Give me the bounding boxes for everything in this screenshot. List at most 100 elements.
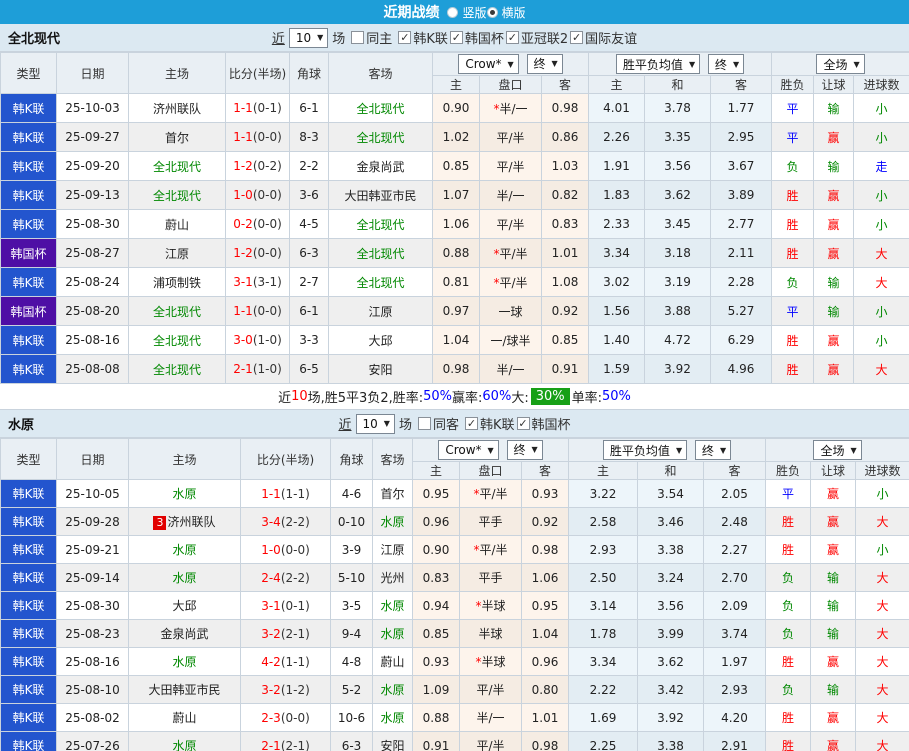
away-team-cell: 首尔 bbox=[372, 479, 413, 508]
league-type-cell: 韩K联 bbox=[0, 507, 57, 536]
goals-result-cell: 大 bbox=[855, 675, 909, 704]
europe-away-odds-cell: 2.27 bbox=[703, 535, 767, 564]
layout-radio[interactable]: 横版 bbox=[486, 4, 526, 21]
home-team-cell: 水原 bbox=[128, 479, 241, 508]
date-cell: 25-08-24 bbox=[56, 267, 129, 297]
goals-result-cell: 小 bbox=[853, 93, 909, 123]
same-venue-filter[interactable]: 同主 bbox=[351, 28, 392, 47]
fulltime-score: 3-4 bbox=[261, 514, 281, 529]
chevron-down-icon: ▼ bbox=[719, 445, 727, 455]
league-type-cell: 韩K联 bbox=[0, 209, 57, 239]
asia-line-cell: 平手 bbox=[459, 563, 522, 592]
match-row: 韩K联 25-08-08 全北现代 2-1(1-0) 6-5 安阳 0.98 半… bbox=[0, 354, 909, 384]
home-team-cell: 水原 bbox=[128, 535, 241, 564]
home-team-cell: 水原 bbox=[128, 563, 241, 592]
match-row: 韩K联 25-08-30 大邱 3-1(0-1) 3-5 水原 0.94 *半球… bbox=[0, 591, 909, 620]
score-cell: 1-2(0-0) bbox=[225, 238, 290, 268]
europe-draw-odds-cell: 3.38 bbox=[637, 535, 705, 564]
match-count-select[interactable]: 10 ▼ bbox=[355, 413, 395, 434]
col-handicap: 让球 bbox=[813, 75, 855, 94]
halftime-score: (1-1) bbox=[280, 486, 310, 501]
goals-result-cell: 大 bbox=[855, 563, 909, 592]
goals-result-cell: 小 bbox=[853, 209, 909, 239]
fulltime-score: 1-0 bbox=[261, 542, 281, 557]
team-name: 水原 bbox=[8, 418, 35, 433]
league-type-cell: 韩K联 bbox=[0, 122, 57, 152]
col-asia-line: 盘口 bbox=[459, 461, 522, 480]
handicap-result-cell: 赢 bbox=[810, 703, 857, 732]
goals-result-cell: 大 bbox=[853, 267, 909, 297]
league-filter-checkbox[interactable]: ✓ 韩国杯 bbox=[449, 28, 504, 47]
corner-cell: 4-8 bbox=[330, 647, 373, 676]
asia-line-cell: 平/半 bbox=[459, 675, 522, 704]
asia-away-odds-cell: 0.91 bbox=[540, 354, 590, 384]
asia-away-odds-cell: 1.03 bbox=[540, 151, 590, 181]
same-venue-filter[interactable]: 同客 bbox=[417, 414, 459, 433]
match-count-select[interactable]: 10 ▼ bbox=[288, 27, 329, 48]
score-cell: 3-1(3-1) bbox=[225, 267, 290, 297]
checkbox-icon: ✓ bbox=[464, 417, 478, 430]
col-asia-line: 盘口 bbox=[479, 75, 542, 94]
col-eu-away: 客 bbox=[703, 461, 767, 480]
col-goals: 进球数 bbox=[855, 461, 909, 480]
recent-count-link[interactable]: 近 bbox=[338, 414, 351, 433]
europe-odds-header: 胜平负均值 ▼ 终 ▼ bbox=[588, 52, 773, 76]
asia-home-odds-cell: 1.06 bbox=[432, 209, 480, 239]
league-filter-checkbox[interactable]: ✓ 韩K联 bbox=[398, 28, 448, 47]
goals-result-cell: 小 bbox=[853, 296, 909, 326]
league-filter-checkbox[interactable]: ✓ 亚冠联2 bbox=[505, 28, 568, 47]
europe-final-select[interactable]: 终 ▼ bbox=[694, 440, 732, 460]
odds-company-select[interactable]: Crow* ▼ bbox=[438, 440, 499, 461]
score-cell: 1-1(1-1) bbox=[240, 479, 331, 508]
away-team-cell: 水原 bbox=[372, 675, 413, 704]
league-type-cell: 韩K联 bbox=[0, 180, 57, 210]
asia-final-select[interactable]: 终 ▼ bbox=[506, 439, 543, 460]
asia-away-odds-cell: 0.98 bbox=[520, 535, 570, 564]
fulltime-select[interactable]: 全场 ▼ bbox=[813, 440, 862, 460]
chevron-down-icon: ▼ bbox=[850, 445, 857, 455]
fulltime-select[interactable]: 全场 ▼ bbox=[816, 54, 865, 74]
result-cell: 胜 bbox=[765, 703, 812, 732]
home-team-cell: 济州联队 bbox=[128, 93, 226, 123]
league-filter-checkbox[interactable]: ✓ 国际友谊 bbox=[570, 28, 637, 47]
league-filter-checkbox[interactable]: ✓ 韩K联 bbox=[464, 414, 515, 433]
asia-away-odds-cell: 1.06 bbox=[520, 563, 570, 592]
handicap-result-cell: 输 bbox=[810, 591, 857, 620]
europe-home-odds-cell: 1.56 bbox=[588, 296, 646, 326]
asia-away-odds-cell: 0.98 bbox=[520, 731, 570, 751]
col-eu-home: 主 bbox=[568, 461, 639, 480]
col-eu-draw: 和 bbox=[637, 461, 705, 480]
asia-odds-header: Crow* ▼ 终 ▼ bbox=[431, 52, 590, 76]
europe-draw-odds-cell: 3.78 bbox=[644, 93, 712, 123]
asia-line-cell: 半球 bbox=[459, 619, 522, 648]
europe-final-select[interactable]: 终 ▼ bbox=[707, 54, 745, 74]
fulltime-score: 1-0 bbox=[233, 188, 253, 202]
result-cell: 负 bbox=[765, 675, 812, 704]
odds-company-select[interactable]: Crow* ▼ bbox=[458, 54, 519, 75]
result-cell: 平 bbox=[771, 296, 815, 326]
match-row: 韩K联 25-08-16 全北现代 3-0(1-0) 3-3 大邱 1.04 一… bbox=[0, 325, 909, 355]
col-eu-home: 主 bbox=[588, 75, 646, 94]
title-bar: 近期战绩 竖版 横版 bbox=[0, 0, 909, 24]
col-asia-home: 主 bbox=[432, 75, 480, 94]
europe-odds-select[interactable]: 胜平负均值 ▼ bbox=[602, 440, 688, 460]
checkbox-icon: ✓ bbox=[516, 417, 530, 430]
corner-cell: 6-5 bbox=[289, 354, 329, 384]
halftime-score: (0-0) bbox=[252, 246, 282, 260]
asia-home-odds-cell: 0.98 bbox=[432, 354, 480, 384]
layout-radio[interactable]: 竖版 bbox=[447, 4, 487, 21]
home-team-cell: 金泉尚武 bbox=[128, 619, 241, 648]
asia-line-cell: 平手 bbox=[459, 507, 522, 536]
europe-odds-select[interactable]: 胜平负均值 ▼ bbox=[615, 54, 701, 74]
col-date: 日期 bbox=[56, 438, 129, 480]
recent-count-link[interactable]: 近 bbox=[272, 28, 285, 47]
europe-away-odds-cell: 3.89 bbox=[710, 180, 773, 210]
league-filter-checkbox[interactable]: ✓ 韩国杯 bbox=[516, 414, 571, 433]
early-odds-star: * bbox=[473, 543, 480, 557]
asia-final-select[interactable]: 终 ▼ bbox=[526, 53, 563, 74]
asia-away-odds-cell: 0.93 bbox=[520, 479, 570, 508]
col-score: 比分(半场) bbox=[225, 52, 290, 94]
europe-home-odds-cell: 3.34 bbox=[588, 238, 646, 268]
home-team-cell: 水原 bbox=[128, 647, 241, 676]
halftime-score: (2-1) bbox=[280, 626, 310, 641]
